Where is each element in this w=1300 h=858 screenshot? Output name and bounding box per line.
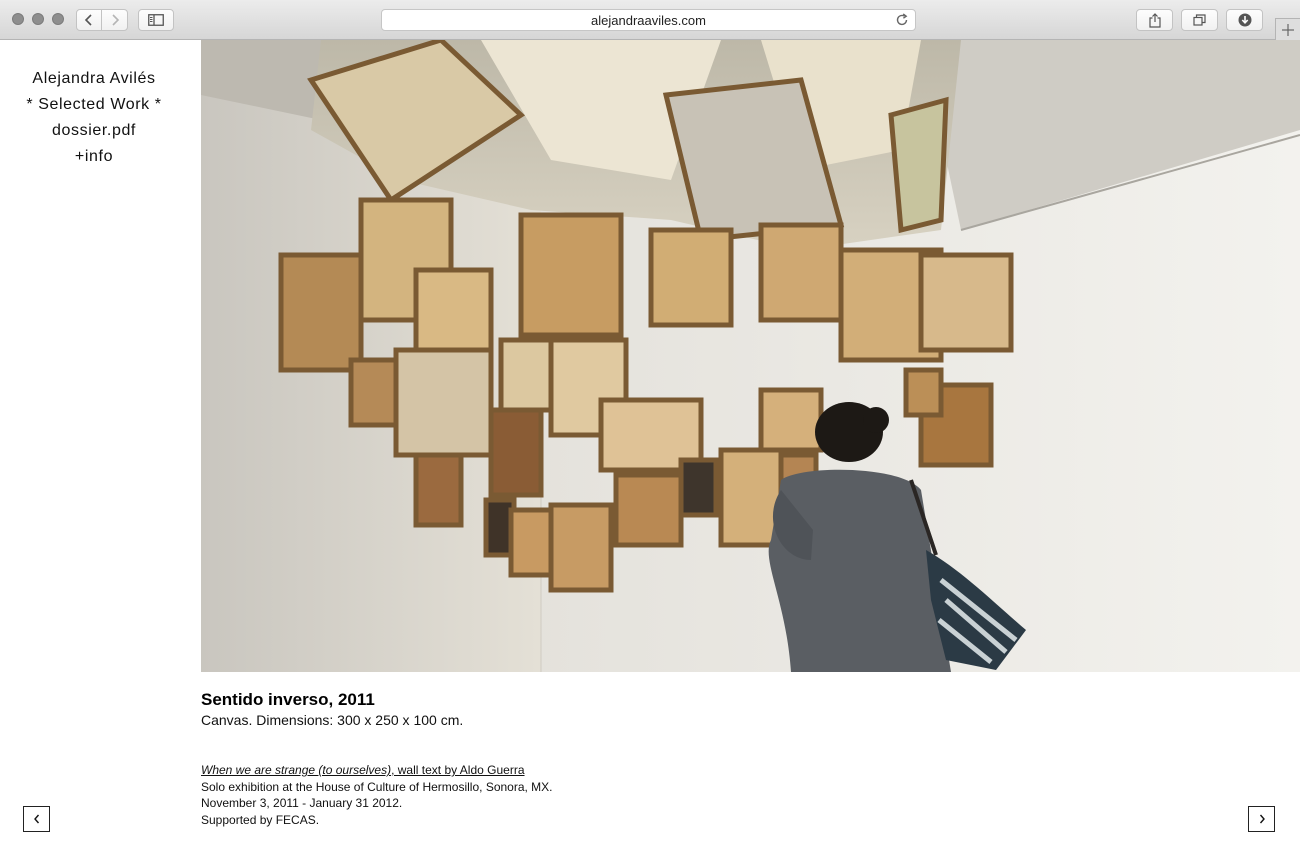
share-icon bbox=[1148, 12, 1161, 28]
forward-button[interactable] bbox=[101, 9, 128, 31]
url-text: alejandraaviles.com bbox=[591, 12, 706, 28]
wall-text-link[interactable]: When we are strange (to ourselves), wall… bbox=[201, 763, 525, 777]
artwork-photo bbox=[201, 40, 1300, 672]
exhibition-dates: November 3, 2011 - January 31 2012. bbox=[201, 796, 403, 810]
next-work-button[interactable] bbox=[1248, 806, 1275, 832]
wall-text-author: , wall text by Aldo Guerra bbox=[391, 763, 525, 777]
chevron-left-icon bbox=[33, 814, 39, 824]
share-button[interactable] bbox=[1136, 9, 1173, 31]
show-tabs-button[interactable] bbox=[1181, 9, 1218, 31]
chevron-right-icon bbox=[111, 14, 119, 26]
site-navigation: Alejandra Avilés * Selected Work * dossi… bbox=[0, 66, 188, 170]
artwork-dimensions: Canvas. Dimensions: 300 x 250 x 100 cm. bbox=[201, 712, 464, 728]
tabs-icon bbox=[1193, 14, 1206, 26]
back-button[interactable] bbox=[76, 9, 102, 31]
exhibition-venue: Solo exhibition at the House of Culture … bbox=[201, 779, 553, 794]
address-bar[interactable]: alejandraaviles.com bbox=[381, 9, 916, 31]
browser-toolbar: alejandraaviles.com bbox=[0, 0, 1300, 40]
download-icon bbox=[1238, 13, 1251, 27]
zoom-window-button[interactable] bbox=[52, 13, 64, 25]
artist-name-link[interactable]: Alejandra Avilés bbox=[0, 66, 188, 92]
chevron-left-icon bbox=[84, 14, 92, 26]
close-window-button[interactable] bbox=[12, 13, 24, 25]
exhibition-support: Supported by FECAS. bbox=[201, 812, 320, 827]
new-tab-button[interactable] bbox=[1275, 18, 1300, 40]
previous-work-button[interactable] bbox=[23, 806, 50, 832]
selected-work-link[interactable]: * Selected Work * bbox=[0, 92, 188, 118]
chevron-right-icon bbox=[1259, 814, 1265, 824]
plus-icon bbox=[1282, 23, 1294, 36]
artwork-title: Sentido inverso, 2011 bbox=[201, 690, 375, 709]
downloads-button[interactable] bbox=[1226, 9, 1263, 31]
sidebar-toggle-button[interactable] bbox=[138, 9, 174, 31]
dossier-link[interactable]: dossier.pdf bbox=[0, 118, 188, 144]
artwork-caption: Sentido inverso, 2011 Canvas. Dimensions… bbox=[201, 690, 1101, 730]
sidebar-icon bbox=[148, 14, 164, 26]
reload-icon[interactable] bbox=[895, 13, 909, 30]
minimize-window-button[interactable] bbox=[32, 13, 44, 25]
info-link[interactable]: +info bbox=[0, 144, 188, 170]
wall-text-title: When we are strange (to ourselves) bbox=[201, 763, 392, 777]
exhibition-details: When we are strange (to ourselves), wall… bbox=[201, 762, 1101, 828]
